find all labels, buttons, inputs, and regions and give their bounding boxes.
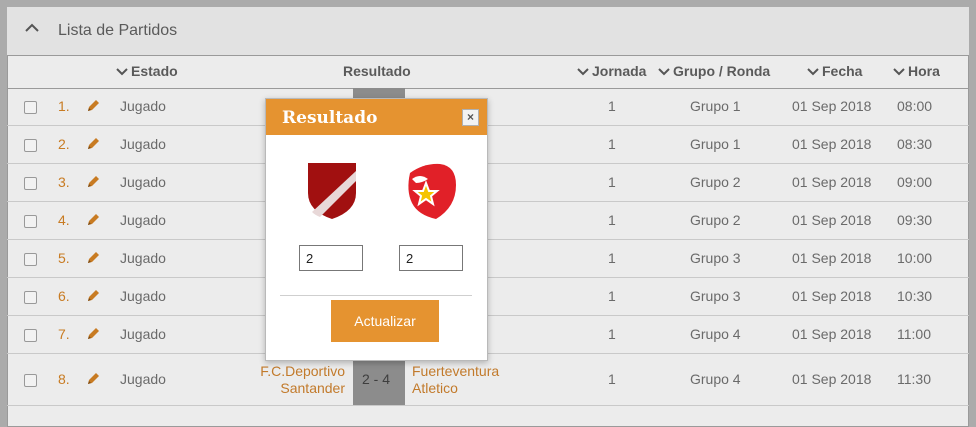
row-fecha: 01 Sep 2018	[792, 326, 872, 342]
row-checkbox[interactable]	[24, 177, 37, 190]
column-estado[interactable]: Estado	[116, 63, 178, 79]
row-grupo: Grupo 3	[690, 288, 741, 304]
chevron-down-icon	[893, 68, 905, 76]
home-team-crest-icon	[308, 163, 356, 219]
row-hora: 08:30	[897, 136, 933, 152]
row-checkbox[interactable]	[24, 101, 37, 114]
row-jornada: 1	[608, 250, 616, 266]
close-button[interactable]: ×	[462, 109, 479, 126]
modal-divider	[280, 295, 472, 296]
row-number: 8.	[58, 371, 70, 387]
row-grupo: Grupo 2	[690, 174, 741, 190]
column-grupo[interactable]: Grupo / Ronda	[658, 63, 770, 79]
row-hora: 11:00	[897, 326, 931, 342]
update-button[interactable]: Actualizar	[331, 300, 439, 342]
row-hora: 10:00	[897, 250, 933, 266]
column-grupo-label: Grupo / Ronda	[673, 63, 771, 79]
row-number: 5.	[58, 250, 70, 266]
row-hora: 09:00	[897, 174, 933, 190]
row-checkbox[interactable]	[24, 215, 37, 228]
row-grupo: Grupo 3	[690, 250, 741, 266]
row-estado: Jugado	[120, 212, 166, 228]
row-grupo: Grupo 2	[690, 212, 741, 228]
row-number: 3.	[58, 174, 70, 190]
row-checkbox[interactable]	[24, 374, 37, 387]
chevron-down-icon	[577, 68, 589, 76]
away-score-input[interactable]	[399, 245, 463, 271]
row-estado: Jugado	[120, 174, 166, 190]
row-grupo: Grupo 4	[690, 371, 741, 387]
column-jornada[interactable]: Jornada	[577, 63, 646, 79]
row-jornada: 1	[608, 136, 616, 152]
row-checkbox[interactable]	[24, 253, 37, 266]
edit-pencil-icon[interactable]	[86, 175, 100, 189]
home-team-link[interactable]: F.C.Deportivo Santander	[235, 363, 345, 397]
column-resultado-label: Resultado	[343, 63, 411, 79]
row-estado: Jugado	[120, 371, 166, 387]
column-fecha[interactable]: Fecha	[807, 63, 862, 79]
column-resultado[interactable]: Resultado	[343, 63, 411, 79]
modal-title: Resultado	[282, 108, 378, 128]
modal-header: Resultado ×	[266, 99, 487, 135]
row-estado: Jugado	[120, 326, 166, 342]
row-fecha: 01 Sep 2018	[792, 174, 872, 190]
edit-pencil-icon[interactable]	[86, 289, 100, 303]
row-estado: Jugado	[120, 98, 166, 114]
chevron-down-icon	[807, 68, 819, 76]
row-grupo: Grupo 4	[690, 326, 741, 342]
chevron-down-icon	[116, 68, 128, 76]
edit-pencil-icon[interactable]	[86, 327, 100, 341]
row-jornada: 1	[608, 212, 616, 228]
row-estado: Jugado	[120, 250, 166, 266]
row-fecha: 01 Sep 2018	[792, 98, 872, 114]
row-hora: 11:30	[897, 371, 931, 387]
away-team-link[interactable]: Fuerteventura Atletico	[412, 363, 522, 397]
row-checkbox[interactable]	[24, 139, 37, 152]
row-jornada: 1	[608, 326, 616, 342]
column-estado-label: Estado	[131, 63, 178, 79]
row-fecha: 01 Sep 2018	[792, 212, 872, 228]
match-score: 2 - 4	[362, 371, 391, 387]
row-checkbox[interactable]	[24, 291, 37, 304]
column-hora[interactable]: Hora	[893, 63, 940, 79]
row-fecha: 01 Sep 2018	[792, 371, 872, 387]
edit-pencil-icon[interactable]	[86, 372, 100, 386]
panel-title: Lista de Partidos	[58, 22, 178, 39]
edit-pencil-icon[interactable]	[86, 251, 100, 265]
row-checkbox[interactable]	[24, 329, 37, 342]
row-hora: 10:30	[897, 288, 933, 304]
row-estado: Jugado	[120, 136, 166, 152]
row-number: 7.	[58, 326, 70, 342]
away-team-crest-icon	[408, 163, 456, 219]
home-score-input[interactable]	[299, 245, 363, 271]
edit-pencil-icon[interactable]	[86, 213, 100, 227]
row-fecha: 01 Sep 2018	[792, 288, 872, 304]
row-jornada: 1	[608, 174, 616, 190]
row-grupo: Grupo 1	[690, 136, 741, 152]
row-jornada: 1	[608, 98, 616, 114]
result-modal: Resultado × Actualizar	[265, 98, 488, 361]
row-fecha: 01 Sep 2018	[792, 136, 872, 152]
row-estado: Jugado	[120, 288, 166, 304]
row-number: 2.	[58, 136, 70, 152]
row-number: 4.	[58, 212, 70, 228]
row-number: 1.	[58, 98, 70, 114]
column-hora-label: Hora	[908, 63, 940, 79]
chevron-down-icon	[658, 68, 670, 76]
column-jornada-label: Jornada	[592, 63, 647, 79]
edit-pencil-icon[interactable]	[86, 137, 100, 151]
edit-pencil-icon[interactable]	[86, 99, 100, 113]
column-fecha-label: Fecha	[822, 63, 863, 79]
row-jornada: 1	[608, 371, 616, 387]
row-hora: 09:30	[897, 212, 933, 228]
row-grupo: Grupo 1	[690, 98, 741, 114]
row-number: 6.	[58, 288, 70, 304]
chevron-up-icon[interactable]	[25, 23, 39, 32]
row-jornada: 1	[608, 288, 616, 304]
row-hora: 08:00	[897, 98, 933, 114]
row-fecha: 01 Sep 2018	[792, 250, 872, 266]
